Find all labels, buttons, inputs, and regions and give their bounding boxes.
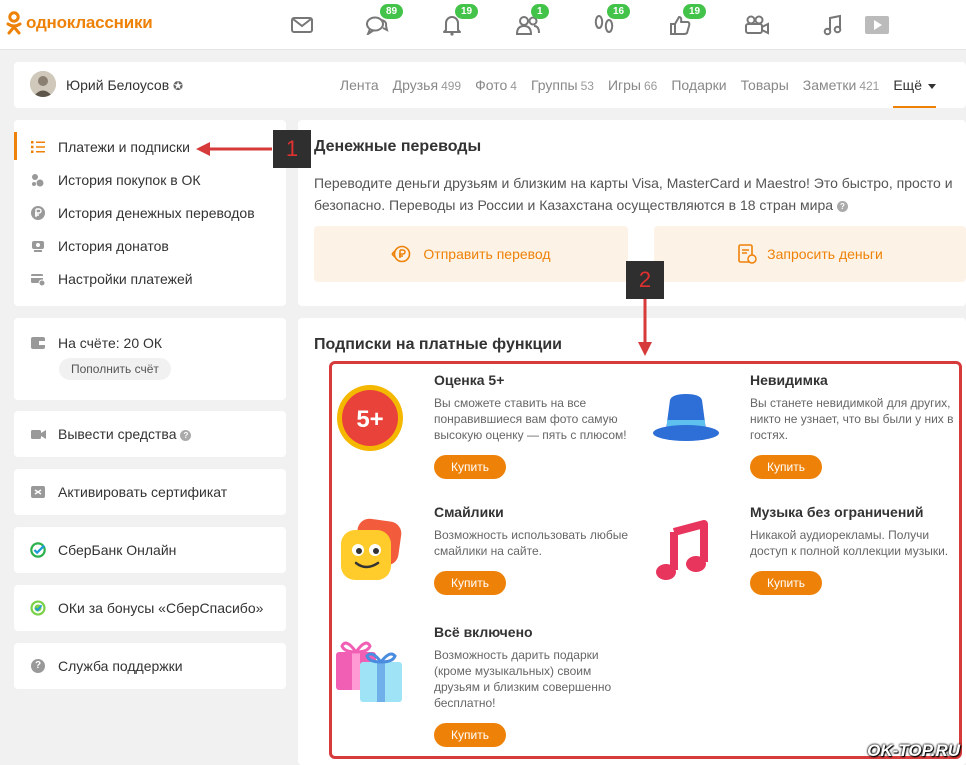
annotation-marker-2: 2 [626,261,664,299]
annotation-marker-1: 1 [273,130,311,168]
watermark: OK-TOP.RU [867,741,960,760]
annotation-highlight-frame [329,361,962,759]
